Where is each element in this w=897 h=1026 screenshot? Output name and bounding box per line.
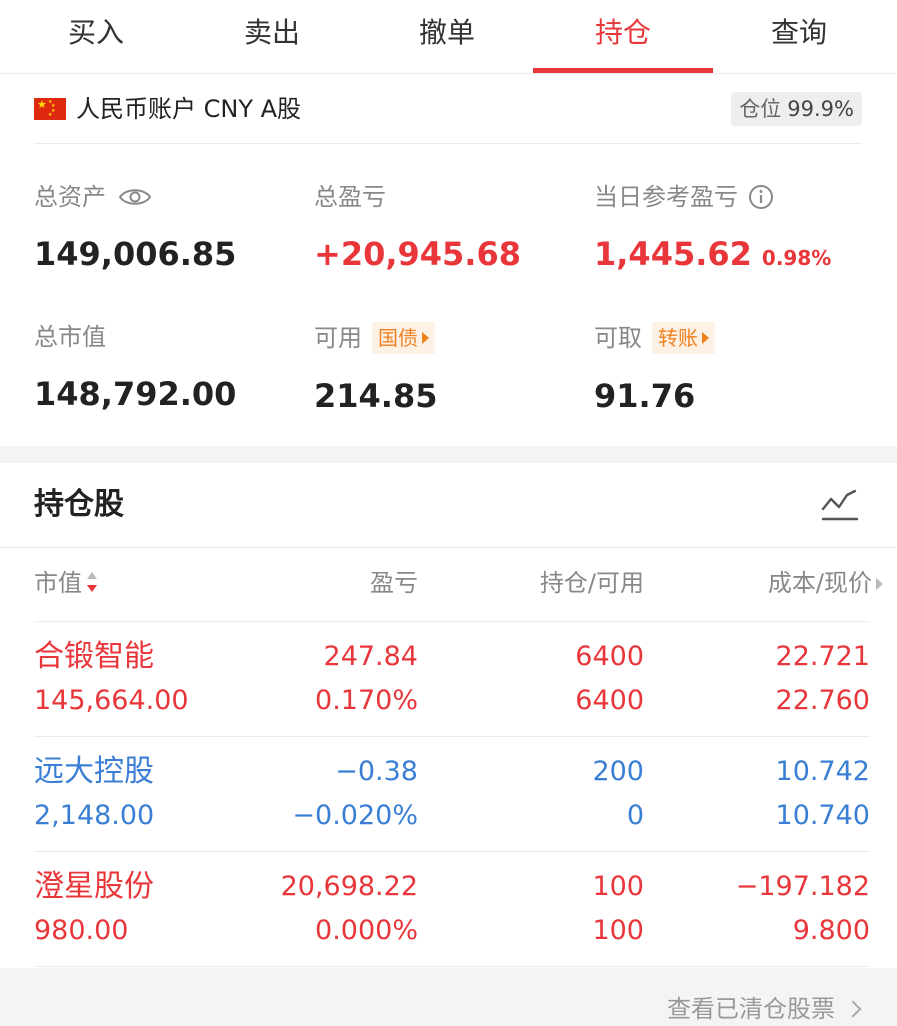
metric-market-value: 总市值 148,792.00 (34, 322, 236, 414)
stock-cost: −197.182 (735, 871, 870, 902)
stock-pnl: 247.84 (323, 641, 418, 672)
available-label: 可用 (314, 324, 362, 352)
transfer-tag[interactable]: 转账 (652, 322, 715, 354)
position-value: 99.9% (787, 97, 854, 121)
divider (0, 547, 897, 548)
account-header: ★ ★ ★ ★ ★ 人民币账户 CNY A股 仓位 99.9% (34, 74, 862, 144)
eye-icon[interactable] (118, 186, 152, 208)
column-cost-price[interactable]: 成本/现价 (768, 566, 883, 600)
stock-available: 6400 (575, 685, 644, 716)
treasury-bond-tag[interactable]: 国债 (372, 322, 435, 354)
withdrawable-label: 可取 (594, 324, 642, 352)
holding-row[interactable]: 合锻智能 145,664.00 247.84 0.170% 6400 6400 … (34, 622, 870, 737)
stock-name: 合锻智能 (34, 639, 154, 674)
total-assets-label: 总资产 (34, 183, 106, 211)
total-assets-value: 149,006.85 (34, 235, 237, 273)
triangle-right-icon (702, 332, 709, 344)
footer: 查看已清仓股票 (0, 968, 897, 1024)
stock-market-value: 145,664.00 (34, 685, 189, 716)
column-market-value-sort[interactable]: 市值 (34, 566, 98, 600)
sort-desc-icon (87, 572, 97, 592)
stock-market-value: 980.00 (34, 915, 129, 946)
stock-price: 10.740 (775, 800, 870, 831)
metric-withdrawable: 可取 转账 91.76 (594, 322, 715, 416)
withdrawable-value: 91.76 (594, 377, 696, 415)
tab-positions[interactable]: 持仓 (533, 0, 713, 74)
total-pnl-value: +20,945.68 (314, 235, 521, 273)
trend-chart-icon[interactable] (820, 487, 860, 525)
column-market-value-label: 市值 (34, 569, 82, 597)
metric-total-pnl: 总盈亏 +20,945.68 (314, 182, 521, 274)
stock-position: 200 (592, 756, 644, 787)
market-value-label: 总市值 (34, 323, 106, 351)
position-label: 仓位 (739, 97, 782, 121)
triangle-right-icon (876, 578, 883, 590)
stock-cost: 10.742 (775, 756, 870, 787)
column-position-available[interactable]: 持仓/可用 (540, 566, 644, 600)
tab-buy[interactable]: 买入 (6, 0, 186, 74)
stock-pnl-percent: 0.170% (315, 685, 418, 716)
available-value: 214.85 (314, 377, 438, 415)
metric-day-pnl: 当日参考盈亏 1,445.62 0.98% (594, 182, 831, 278)
column-pnl[interactable]: 盈亏 (370, 566, 418, 600)
tab-sell[interactable]: 卖出 (182, 0, 362, 74)
triangle-right-icon (422, 332, 429, 344)
holdings-section: 持仓股 市值 盈亏 持仓/可用 成本/现价 合锻智能 145,664.00 24… (0, 463, 897, 968)
account-name: 人民币账户 CNY A股 (76, 95, 302, 123)
stock-cost: 22.721 (775, 641, 870, 672)
treasury-bond-label: 国债 (378, 326, 418, 350)
transfer-label: 转账 (658, 326, 698, 350)
total-pnl-label: 总盈亏 (314, 183, 386, 211)
metric-available: 可用 国债 214.85 (314, 322, 437, 416)
active-tab-indicator (533, 68, 713, 73)
stock-pnl: 20,698.22 (280, 871, 418, 902)
stock-name: 远大控股 (34, 754, 154, 789)
stock-pnl: −0.38 (335, 756, 418, 787)
metric-total-assets: 总资产 149,006.85 (34, 182, 236, 274)
tab-query[interactable]: 查询 (709, 0, 889, 74)
day-pnl-percent: 0.98% (761, 246, 832, 270)
column-cost-price-label: 成本/现价 (767, 569, 872, 597)
stock-price: 9.800 (792, 915, 870, 946)
holdings-title: 持仓股 (34, 487, 124, 522)
market-value-value: 148,792.00 (34, 375, 237, 413)
info-icon[interactable] (748, 184, 774, 210)
stock-pnl-percent: −0.020% (292, 800, 418, 831)
account-summary: ★ ★ ★ ★ ★ 人民币账户 CNY A股 仓位 99.9% 总资产 149,0… (0, 74, 897, 446)
position-ratio-badge: 仓位 99.9% (731, 92, 862, 126)
stock-price: 22.760 (775, 685, 870, 716)
stock-available: 100 (592, 915, 644, 946)
trade-tab-bar: 买入 卖出 撤单 持仓 查询 (0, 0, 897, 74)
holding-row[interactable]: 澄星股份 980.00 20,698.22 0.000% 100 100 −19… (34, 852, 870, 967)
day-pnl-label: 当日参考盈亏 (594, 183, 738, 211)
chevron-right-icon (844, 1000, 862, 1018)
cn-flag-icon: ★ ★ ★ ★ ★ (34, 98, 66, 120)
day-pnl-value: 1,445.62 (594, 235, 752, 273)
stock-pnl-percent: 0.000% (315, 915, 418, 946)
stock-available: 0 (626, 800, 644, 831)
view-cleared-label: 查看已清仓股票 (667, 995, 835, 1023)
stock-position: 6400 (575, 641, 644, 672)
stock-name: 澄星股份 (34, 869, 154, 904)
holding-row[interactable]: 远大控股 2,148.00 −0.38 −0.020% 200 0 10.742… (34, 737, 870, 852)
tab-cancel-order[interactable]: 撤单 (357, 0, 537, 74)
stock-market-value: 2,148.00 (34, 800, 155, 831)
view-cleared-stocks-link[interactable]: 查看已清仓股票 (667, 992, 862, 1026)
stock-position: 100 (592, 871, 644, 902)
